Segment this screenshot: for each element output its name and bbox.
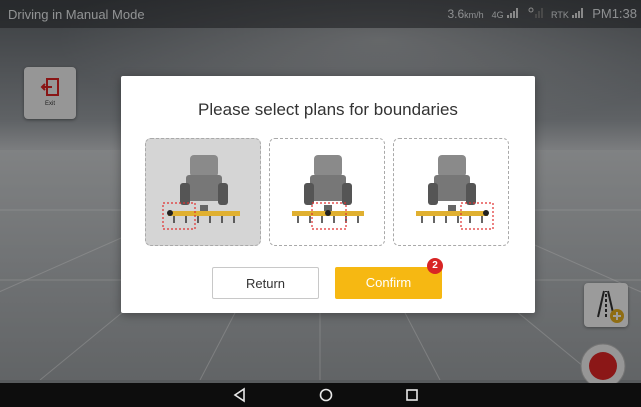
boundary-plan-dialog: Please select plans for boundaries Retur… xyxy=(121,76,535,313)
plan-option-right[interactable] xyxy=(393,138,509,246)
home-icon[interactable] xyxy=(318,387,334,403)
return-button[interactable]: Return xyxy=(212,267,319,299)
android-nav-bar xyxy=(0,383,641,407)
dialog-title: Please select plans for boundaries xyxy=(198,100,458,119)
app-screen: Driving in Manual Mode 3.6km/h 4G RTK PM… xyxy=(0,0,641,407)
tractor-center-marker-icon xyxy=(292,155,364,230)
plan-option-left[interactable] xyxy=(145,138,261,246)
tractor-left-marker-icon xyxy=(162,155,240,230)
back-icon[interactable] xyxy=(232,387,248,403)
plan-option-center[interactable] xyxy=(269,138,385,246)
tractor-right-marker-icon xyxy=(416,155,494,230)
confirm-button[interactable]: Confirm xyxy=(335,267,442,299)
recents-icon[interactable] xyxy=(404,387,420,403)
step-badge: 2 xyxy=(427,258,443,274)
